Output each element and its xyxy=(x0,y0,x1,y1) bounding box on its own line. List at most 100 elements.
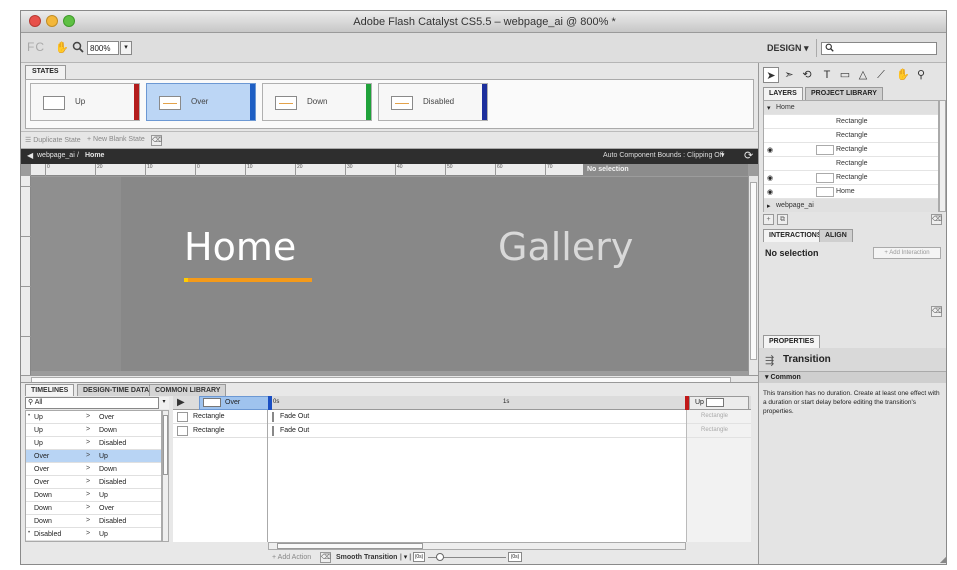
smooth-transition-button[interactable]: Smooth Transition xyxy=(336,554,397,561)
chevron-down-icon[interactable]: ▾ xyxy=(721,151,725,159)
hand-tool-icon[interactable]: ✋ xyxy=(895,67,911,83)
table-row[interactable]: Fade Out xyxy=(268,424,686,438)
tab-states[interactable]: STATES xyxy=(25,65,66,79)
chevron-down-icon[interactable]: ▾ xyxy=(767,104,771,112)
trash-icon[interactable]: ⌫ xyxy=(931,306,942,317)
tab-common-library[interactable]: COMMON LIBRARY xyxy=(149,384,227,396)
list-item[interactable]: Over > Disabled xyxy=(26,476,161,489)
new-layer-icon[interactable]: + xyxy=(763,214,774,225)
trash-icon[interactable]: ⌫ xyxy=(931,214,942,225)
effect-bar[interactable] xyxy=(272,426,274,436)
add-action-button[interactable]: + Add Action xyxy=(272,554,311,561)
transform-tool-icon[interactable]: ⟲ xyxy=(799,67,815,83)
back-arrow-icon[interactable]: ◀ xyxy=(27,151,33,160)
layer-row[interactable]: Rectangle xyxy=(764,115,938,129)
tab-properties[interactable]: PROPERTIES xyxy=(763,335,821,348)
breadcrumb-separator: / xyxy=(77,152,79,159)
layer-row[interactable]: Rectangle xyxy=(764,129,938,143)
component-bounds-label[interactable]: Auto Component Bounds : Clipping Off xyxy=(603,152,724,159)
window-title: Adobe Flash Catalyst CS5.5 – webpage_ai … xyxy=(353,16,616,28)
resize-grip-icon[interactable]: ◢ xyxy=(940,555,946,564)
list-item[interactable]: Down > Disabled xyxy=(26,515,161,528)
duration-start-field[interactable]: (0s) xyxy=(413,552,425,562)
eye-icon[interactable]: ◉ xyxy=(767,174,773,182)
layer-row[interactable]: Rectangle xyxy=(764,157,938,171)
refresh-icon[interactable]: ⟳ xyxy=(744,149,753,162)
state-thumbnail xyxy=(159,96,181,110)
list-item[interactable]: • Disabled > Up xyxy=(26,528,161,541)
zoom-tool-icon[interactable]: ⚲ xyxy=(913,67,929,83)
chevron-right-icon[interactable]: ▸ xyxy=(767,202,771,210)
artboard[interactable]: Home Gallery xyxy=(121,177,748,371)
chevron-down-icon[interactable]: | ▾ | xyxy=(400,553,411,561)
table-row[interactable]: Fade Out xyxy=(268,410,686,424)
state-card-over[interactable]: Over xyxy=(146,83,256,121)
selection-tool-icon[interactable]: ➤ xyxy=(763,67,779,83)
states-footer: ☰ Duplicate State + New Blank State ⌫ xyxy=(21,131,758,149)
properties-tab-bar: PROPERTIES xyxy=(759,335,946,348)
list-item[interactable]: Down > Over xyxy=(26,502,161,515)
line-tool-icon[interactable]: ⟋ xyxy=(873,67,889,83)
zoom-icon[interactable] xyxy=(71,41,85,55)
tab-design-time-data[interactable]: DESIGN-TIME DATA xyxy=(77,384,156,396)
table-row[interactable]: Rectangle xyxy=(173,410,267,424)
new-blank-state-button[interactable]: + New Blank State xyxy=(87,136,145,143)
nav-home-text[interactable]: Home xyxy=(184,225,296,269)
trash-icon[interactable]: ⌫ xyxy=(320,552,331,563)
tab-layers[interactable]: LAYERS xyxy=(763,87,803,100)
scroll-thumb[interactable] xyxy=(277,543,423,549)
add-interaction-button[interactable]: + Add Interaction xyxy=(873,247,941,259)
triangle-tool-icon[interactable]: △ xyxy=(855,67,871,83)
direct-select-tool-icon[interactable]: ➣ xyxy=(781,67,797,83)
list-item[interactable]: Up > Down xyxy=(26,424,161,437)
scroll-thumb[interactable] xyxy=(163,415,168,475)
list-item[interactable]: Up > Disabled xyxy=(26,437,161,450)
vertical-scrollbar[interactable] xyxy=(748,176,758,375)
rectangle-tool-icon[interactable]: ▭ xyxy=(837,67,853,83)
transition-list-scrollbar[interactable] xyxy=(162,410,169,542)
states-strip: Up Over Down Disabled xyxy=(25,79,754,129)
common-section-toggle[interactable]: ▾ Common xyxy=(759,372,946,383)
layer-group-home[interactable]: ▾ Home xyxy=(764,101,938,115)
layer-label: Rectangle xyxy=(836,146,868,153)
layer-row[interactable]: ◉ Rectangle xyxy=(764,143,938,157)
hand-icon[interactable]: ✋ xyxy=(55,41,69,55)
play-icon[interactable]: ▶ xyxy=(177,397,185,408)
duration-end-field[interactable]: (0s) xyxy=(508,552,522,562)
timeline-scrollbar[interactable] xyxy=(268,542,686,550)
table-row[interactable]: Rectangle xyxy=(173,424,267,438)
breadcrumb-parent[interactable]: webpage_ai xyxy=(37,152,75,159)
transition-filter[interactable]: ⚲ All xyxy=(25,397,169,409)
transition-to: Down xyxy=(99,466,117,473)
nav-gallery-text[interactable]: Gallery xyxy=(498,225,633,269)
trash-icon[interactable]: ⌫ xyxy=(151,135,162,146)
tab-timelines[interactable]: TIMELINES xyxy=(25,384,75,396)
zoom-level-field[interactable]: 800% xyxy=(87,41,119,55)
list-item[interactable]: Down > Up xyxy=(26,489,161,502)
list-item[interactable]: Over > Down xyxy=(26,463,161,476)
list-item[interactable]: • Up > Over xyxy=(26,411,161,424)
tab-project-library[interactable]: PROJECT LIBRARY xyxy=(805,87,883,100)
state-card-up[interactable]: Up xyxy=(30,83,140,121)
state-card-down[interactable]: Down xyxy=(262,83,372,121)
tab-align[interactable]: ALIGN xyxy=(819,229,853,242)
workspace-switcher[interactable]: DESIGN ▾ xyxy=(767,43,809,54)
duplicate-state-button[interactable]: ☰ Duplicate State xyxy=(25,136,81,144)
layer-row[interactable]: ◉ Rectangle xyxy=(764,171,938,185)
layers-scrollbar[interactable] xyxy=(939,100,946,212)
effect-bar[interactable] xyxy=(272,412,274,422)
eye-icon[interactable]: ◉ xyxy=(767,188,773,196)
new-sublayer-icon[interactable]: ⧉ xyxy=(777,214,788,225)
eye-icon[interactable]: ◉ xyxy=(767,146,773,154)
text-tool-icon[interactable]: T xyxy=(819,67,835,83)
search-input[interactable] xyxy=(821,42,937,55)
layer-row[interactable]: ◉ Home xyxy=(764,185,938,199)
scroll-thumb[interactable] xyxy=(750,182,757,360)
chevron-down-icon[interactable]: ▾ xyxy=(158,397,169,409)
zoom-dropdown[interactable]: ▾ xyxy=(120,41,132,55)
tab-interactions[interactable]: INTERACTIONS xyxy=(763,229,828,242)
state-card-disabled[interactable]: Disabled xyxy=(378,83,488,121)
slider-handle[interactable] xyxy=(436,553,444,561)
list-item[interactable]: Over > Up xyxy=(26,450,161,463)
layer-group-webpage[interactable]: ▸ webpage_ai xyxy=(764,199,938,213)
